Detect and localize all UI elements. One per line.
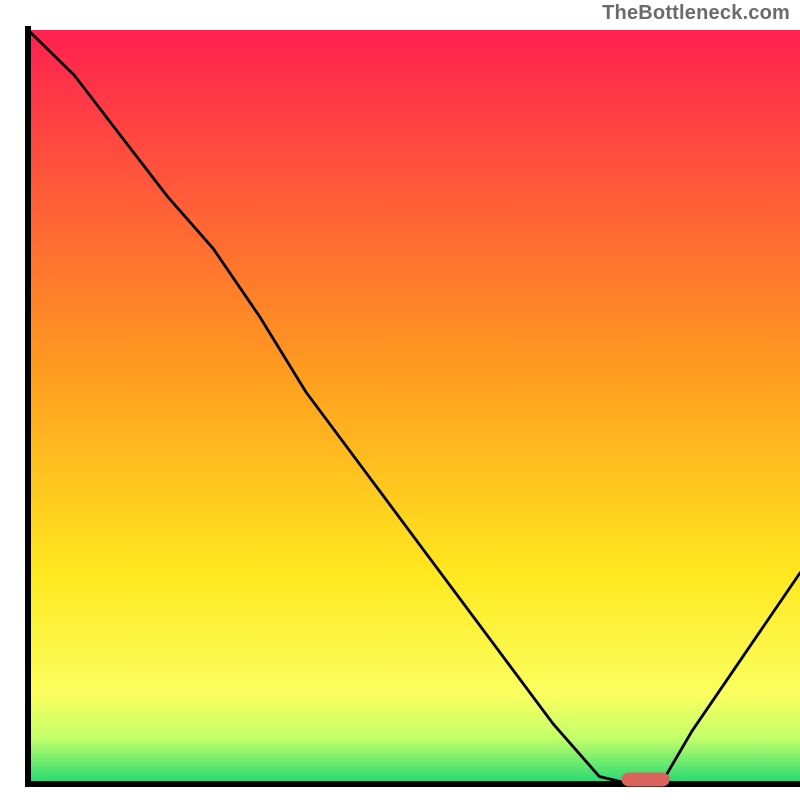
chart-svg xyxy=(0,0,800,800)
bottleneck-chart: TheBottleneck.com xyxy=(0,0,800,800)
plot-background xyxy=(28,30,800,784)
